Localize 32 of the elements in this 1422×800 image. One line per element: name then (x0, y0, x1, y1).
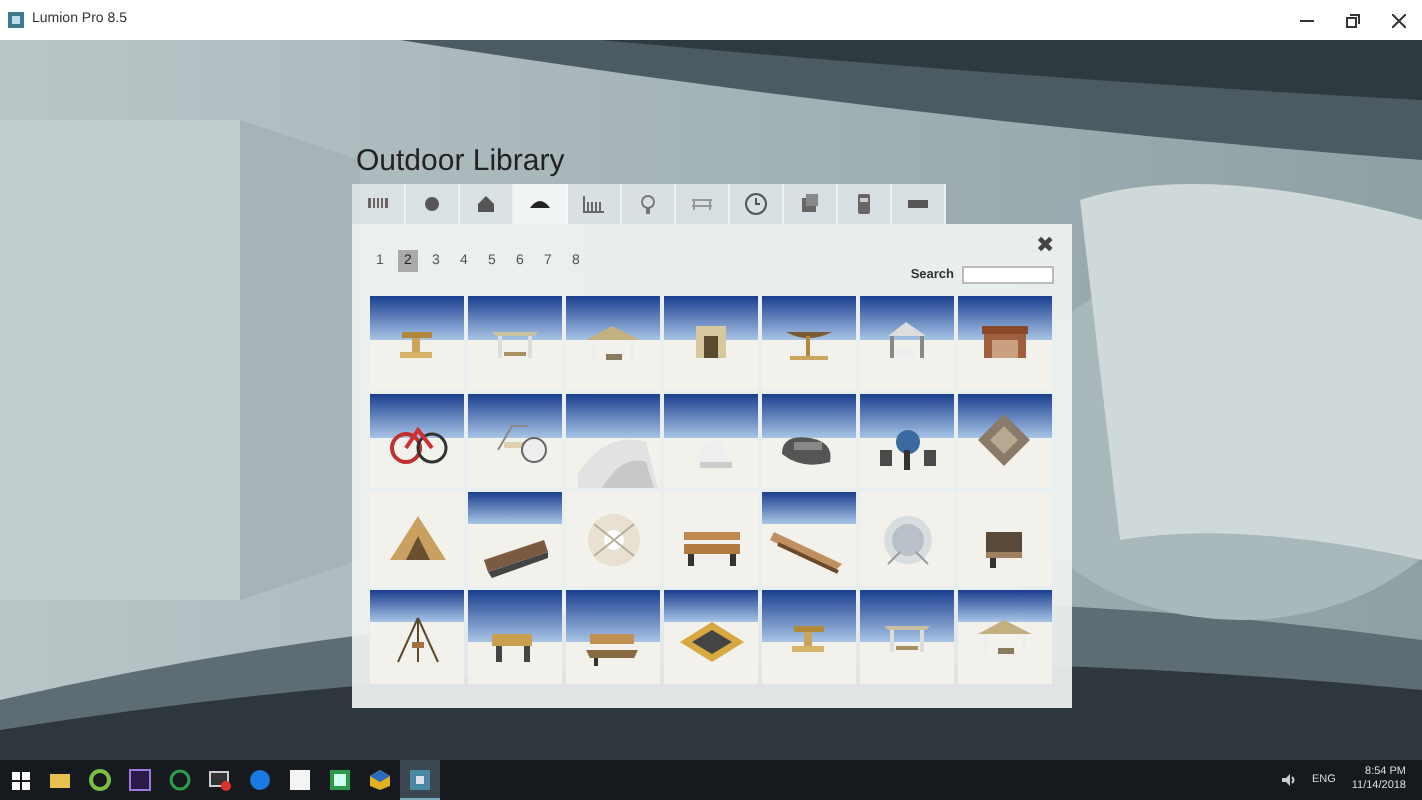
restore-icon[interactable] (1346, 13, 1360, 27)
library-title: Outdoor Library (354, 141, 567, 181)
cube-icon (368, 768, 392, 792)
close-icon[interactable] (1392, 13, 1406, 27)
bin-icon (852, 192, 876, 216)
minimize-icon[interactable] (1300, 19, 1314, 21)
clock-icon (744, 192, 768, 216)
windows-icon (11, 771, 29, 789)
taskbar-app[interactable] (400, 760, 440, 800)
library-tab[interactable] (514, 184, 568, 224)
close-button[interactable]: ✖ (1036, 236, 1054, 258)
folder-icon (48, 768, 72, 792)
ring-icon (88, 768, 112, 792)
power-icon (168, 768, 192, 792)
speaker-icon[interactable] (1281, 774, 1296, 786)
app-icon (8, 12, 24, 28)
spreadsheet-icon (328, 768, 352, 792)
library-tab[interactable] (460, 184, 514, 224)
search-field[interactable] (962, 266, 1054, 285)
globe-icon (248, 768, 272, 792)
blank-page-icon (288, 768, 312, 792)
lamp-icon (636, 192, 660, 216)
square-app-icon (128, 768, 152, 792)
library-tab[interactable] (730, 184, 784, 224)
library-tab[interactable] (892, 184, 946, 224)
house-icon (474, 192, 498, 216)
app-icon (408, 767, 432, 791)
library-tab[interactable] (406, 184, 460, 224)
monitor-icon (208, 768, 232, 792)
crate-icon (798, 192, 822, 216)
rack-icon (582, 192, 606, 216)
ball-icon (420, 192, 444, 216)
